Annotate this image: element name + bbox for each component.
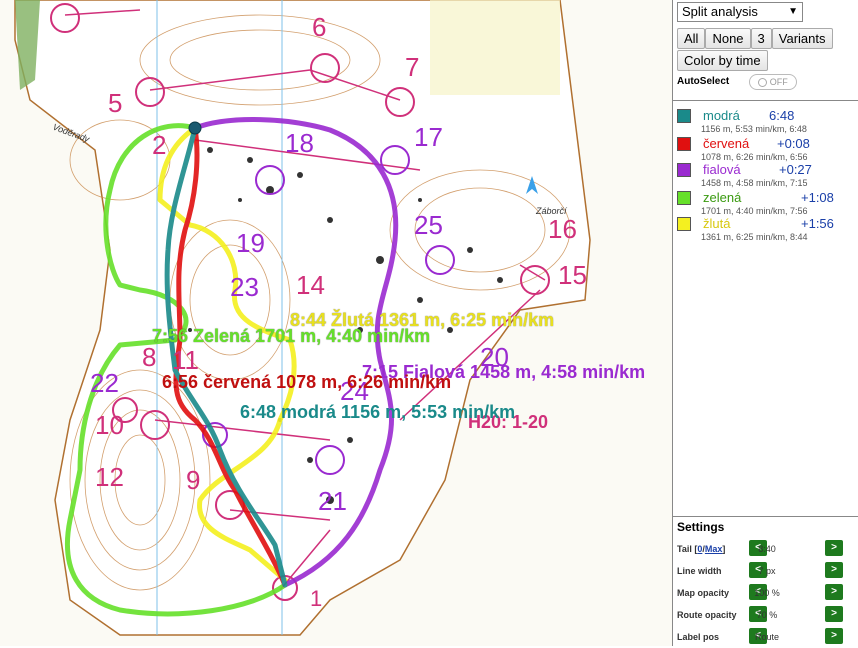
runner-color-swatch xyxy=(677,109,691,123)
mode-select[interactable]: Split analysis ▼ xyxy=(677,2,803,22)
control-number: 5 xyxy=(108,88,123,118)
increase-button[interactable]: > xyxy=(825,562,843,578)
runner-time: +0:27 xyxy=(779,162,812,177)
setting-value: 100 % xyxy=(754,588,780,598)
runner-row-modra[interactable]: modrá 6:48 1156 m, 5:53 min/km, 6:48 xyxy=(677,106,857,136)
control-number: 22 xyxy=(90,368,119,398)
setting-row-route-opacity: Route opacity < 70 % > xyxy=(677,606,857,626)
autoselect-toggle[interactable]: OFF xyxy=(749,74,797,90)
place-label: Záborčí xyxy=(536,206,567,216)
setting-value: Route xyxy=(754,632,780,642)
selection-buttons: All None 3 Variants xyxy=(677,28,833,49)
runner-color-swatch xyxy=(677,163,691,177)
runner-row-fialova[interactable]: fialová +0:27 1458 m, 4:58 min/km, 7:15 xyxy=(677,160,857,190)
autoselect-state: OFF xyxy=(769,77,788,87)
control-number: 19 xyxy=(236,228,265,258)
runner-color-swatch xyxy=(677,191,691,205)
control-number: 10 xyxy=(95,410,124,440)
control-number: 14 xyxy=(296,270,325,300)
runner-name: žlutá xyxy=(703,216,731,231)
chevron-down-icon: ▼ xyxy=(788,6,798,17)
increase-button[interactable]: > xyxy=(825,540,843,556)
increase-button[interactable]: > xyxy=(825,584,843,600)
runner-name: modrá xyxy=(703,108,740,123)
tail-max-link[interactable]: Max xyxy=(705,544,723,554)
setting-value: 70 % xyxy=(756,610,778,620)
control-number: 18 xyxy=(285,128,314,158)
runner-time: +1:08 xyxy=(801,190,834,205)
route-label-zelena: 7:56 Zelená 1701 m, 4:40 min/km xyxy=(152,326,431,346)
settings-title: Settings xyxy=(677,520,725,534)
control-number: 21 xyxy=(318,486,347,516)
setting-label: Line width xyxy=(677,566,722,576)
setting-label: Map opacity xyxy=(677,588,730,598)
variants-button[interactable]: Variants xyxy=(771,28,833,49)
runner-detail: 1156 m, 5:53 min/km, 6:48 xyxy=(701,124,807,134)
setting-label: Route opacity xyxy=(677,610,737,620)
runner-detail: 1458 m, 4:58 min/km, 7:15 xyxy=(701,178,808,188)
all-button[interactable]: All xyxy=(677,28,706,49)
control-number: 16 xyxy=(548,214,577,244)
control-number: 23 xyxy=(230,272,259,302)
runner-name: fialová xyxy=(703,162,741,177)
runner-detail: 1361 m, 6:25 min/km, 8:44 xyxy=(701,232,808,242)
control-number: 9 xyxy=(186,465,201,495)
runner-time: 6:48 xyxy=(769,108,795,123)
runner-name: zelená xyxy=(703,190,742,205)
control-number: 17 xyxy=(414,122,443,152)
control-number: 15 xyxy=(558,260,587,290)
runner-time: +1:56 xyxy=(801,216,834,231)
setting-row-label-pos: Label pos < Route > xyxy=(677,628,857,648)
setting-row-tail: Tail [0/Max] < 8:40 > xyxy=(677,540,857,560)
control-number: 12 xyxy=(95,462,124,492)
control-number: 1 xyxy=(310,586,323,611)
runner-color-swatch xyxy=(677,137,691,151)
side-panel: Split analysis ▼ All None 3 Variants Color … xyxy=(672,0,858,646)
control-number: 25 xyxy=(414,210,443,240)
mode-select-value: Split analysis xyxy=(682,4,758,19)
runner-color-swatch xyxy=(677,217,691,231)
increase-button[interactable]: > xyxy=(825,606,843,622)
three-button[interactable]: 3 xyxy=(750,28,772,49)
setting-label: Tail [0/Max] xyxy=(677,544,726,554)
setting-label: Label pos xyxy=(677,632,720,642)
control-number: 2 xyxy=(152,130,167,160)
orienteering-map[interactable]: 6 7 5 2 18 17 19 25 16 15 14 23 20 8 11 … xyxy=(0,0,672,646)
increase-button[interactable]: > xyxy=(825,628,843,644)
setting-row-map-opacity: Map opacity < 100 % > xyxy=(677,584,857,604)
setting-value: 8:40 xyxy=(758,544,776,554)
runner-name: červená xyxy=(703,136,750,151)
toggle-knob-icon xyxy=(758,78,768,88)
setting-row-line-width: Line width < 7 px > xyxy=(677,562,857,582)
runner-row-zluta[interactable]: žlutá +1:56 1361 m, 6:25 min/km, 8:44 xyxy=(677,214,857,244)
autoselect-label: AutoSelect xyxy=(677,76,730,87)
control-number: 7 xyxy=(405,52,420,82)
control-number: 6 xyxy=(312,12,327,42)
route-label-cervena: 6:56 červená 1078 m, 6:26 min/km xyxy=(162,372,452,392)
route-label-modra: 6:48 modrá 1156 m, 5:53 min/km xyxy=(240,402,516,422)
none-button[interactable]: None xyxy=(705,28,751,49)
setting-value: 7 px xyxy=(758,566,776,576)
color-by-time-button[interactable]: Color by time xyxy=(677,50,768,71)
runner-time: +0:08 xyxy=(777,136,810,151)
